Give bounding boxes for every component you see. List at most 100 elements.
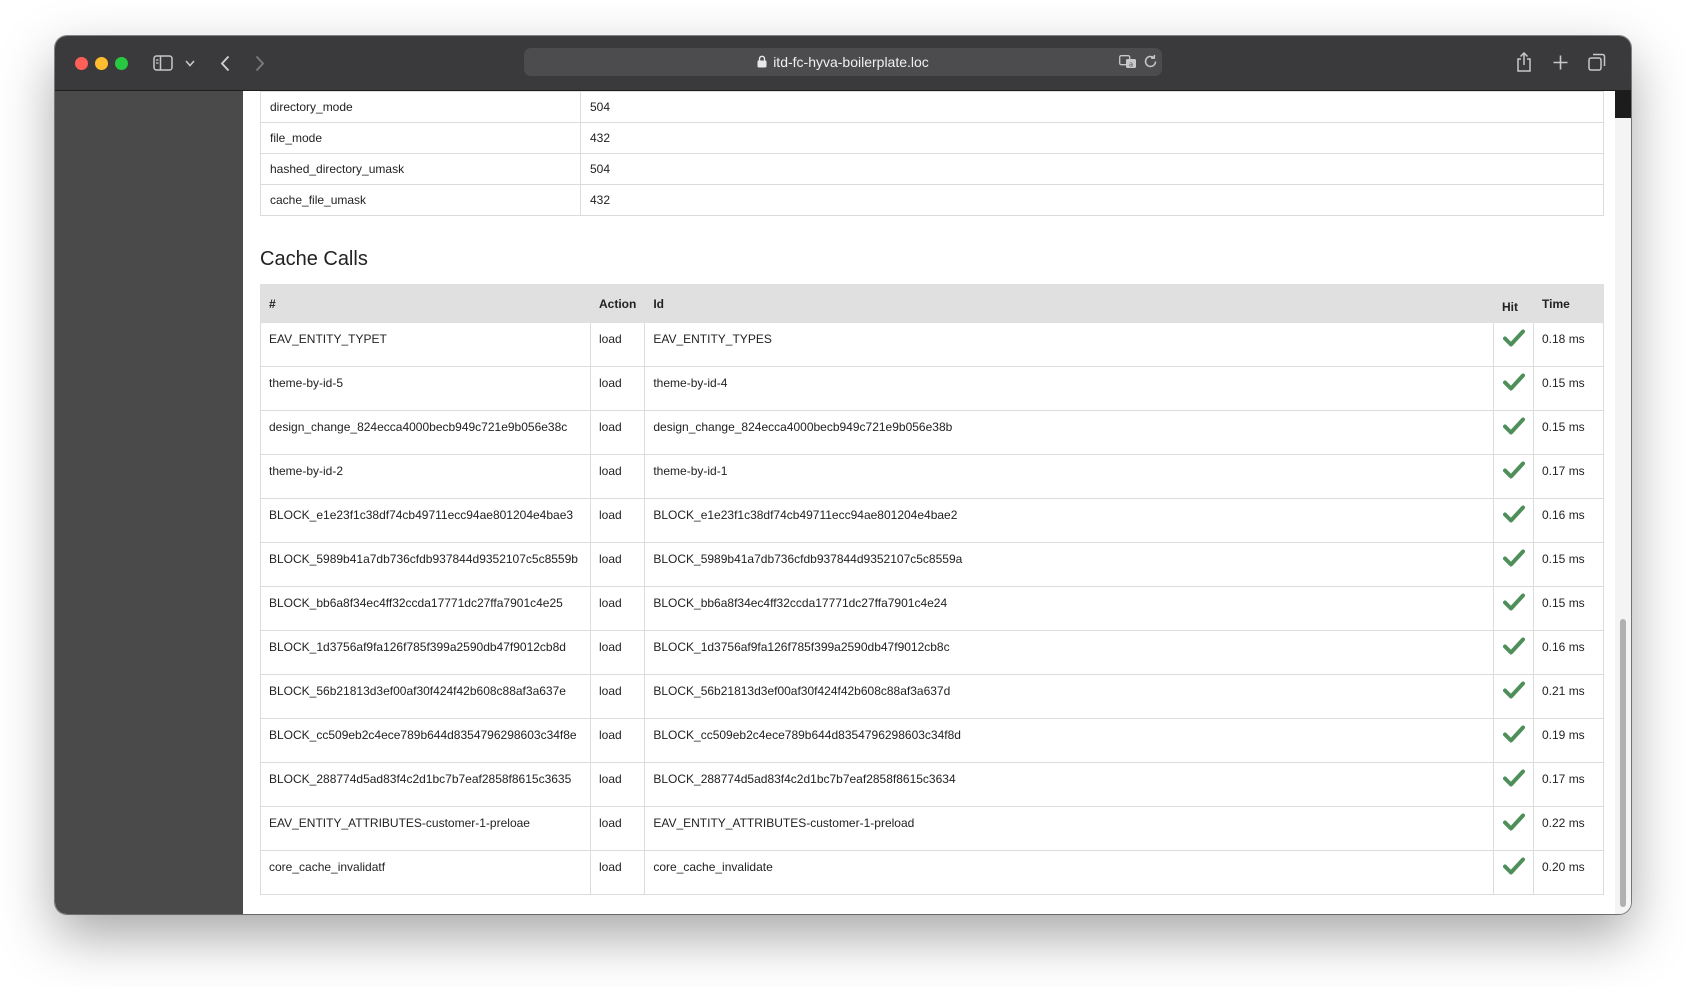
table-row: BLOCK_1d3756af9fa126f785f399a2590db47f90… bbox=[260, 630, 1604, 675]
svg-text:a: a bbox=[1129, 61, 1133, 69]
minimize-window-button[interactable] bbox=[95, 57, 108, 70]
admin-sidebar bbox=[55, 91, 243, 914]
cell-num: BLOCK_56b21813d3ef00af30f424f42b608c88af… bbox=[260, 674, 591, 719]
vertical-scrollbar[interactable] bbox=[1615, 91, 1631, 914]
close-window-button[interactable] bbox=[75, 57, 88, 70]
cell-id: BLOCK_bb6a8f34ec4ff32ccda17771dc27ffa790… bbox=[644, 586, 1494, 631]
share-icon[interactable] bbox=[1516, 52, 1532, 72]
cell-time: 0.17 ms bbox=[1533, 762, 1604, 807]
cache-calls-table: # Action Id Hit Time EAV_ENTITY_TYPET loa… bbox=[260, 284, 1604, 895]
column-header-id: Id bbox=[644, 284, 1494, 323]
cell-id: theme-by-id-4 bbox=[644, 366, 1494, 411]
cell-id: theme-by-id-1 bbox=[644, 454, 1494, 499]
table-row: theme-by-id-5 load theme-by-id-4 0.15 ms bbox=[260, 366, 1604, 411]
table-row: BLOCK_e1e23f1c38df74cb49711ecc94ae801204… bbox=[260, 498, 1604, 543]
cache-calls-title: Cache Calls bbox=[260, 248, 368, 270]
url-text: itd-fc-hyva-boilerplate.loc bbox=[773, 54, 929, 70]
cell-id: BLOCK_cc509eb2c4ece789b644d8354796298603… bbox=[644, 718, 1494, 763]
cell-time: 0.16 ms bbox=[1533, 498, 1604, 543]
scrollbar-thumb[interactable] bbox=[1620, 619, 1626, 907]
cell-num: theme-by-id-5 bbox=[260, 366, 591, 411]
config-row: hashed_directory_umask 504 bbox=[260, 153, 1604, 185]
config-value: 432 bbox=[580, 184, 1604, 216]
check-icon bbox=[1502, 329, 1525, 350]
cell-action: load bbox=[589, 498, 646, 543]
cell-time: 0.22 ms bbox=[1533, 806, 1604, 851]
cell-time: 0.18 ms bbox=[1533, 322, 1604, 367]
sidebar-toggle-icon[interactable] bbox=[153, 55, 173, 71]
cell-hit bbox=[1493, 498, 1534, 543]
table-row: core_cache_invalidatf load core_cache_inva… bbox=[260, 850, 1604, 895]
reload-icon[interactable] bbox=[1143, 54, 1158, 69]
table-row: design_change_824ecca4000becb949c721e9b0… bbox=[260, 410, 1604, 455]
check-icon bbox=[1502, 857, 1525, 878]
cell-id: core_cache_invalidate bbox=[644, 850, 1494, 895]
table-row: BLOCK_5989b41a7db736cfdb937844d9352107c5… bbox=[260, 542, 1604, 587]
column-header-time: Time bbox=[1533, 284, 1604, 323]
check-icon bbox=[1502, 505, 1525, 526]
cell-id: design_change_824ecca4000becb949c721e9b0… bbox=[644, 410, 1494, 455]
table-header-row: # Action Id Hit Time bbox=[260, 284, 1604, 323]
cell-hit bbox=[1493, 322, 1534, 367]
cell-time: 0.15 ms bbox=[1533, 586, 1604, 631]
table-row: EAV_ENTITY_ATTRIBUTES-customer-1-preloae… bbox=[260, 806, 1604, 851]
config-value: 504 bbox=[580, 153, 1604, 185]
cell-num: BLOCK_e1e23f1c38df74cb49711ecc94ae801204… bbox=[260, 498, 591, 543]
cell-hit bbox=[1493, 806, 1534, 851]
cell-num: theme-by-id-2 bbox=[260, 454, 591, 499]
cache-config-table: directory_mode 504 file_mode 432 hashed_dire… bbox=[260, 91, 1604, 216]
translate-icon[interactable]: a bbox=[1119, 55, 1137, 69]
cell-action: load bbox=[589, 718, 646, 763]
back-arrow-icon[interactable] bbox=[220, 55, 230, 72]
cell-action: load bbox=[589, 806, 646, 851]
cell-id: BLOCK_5989b41a7db736cfdb937844d9352107c5… bbox=[644, 542, 1494, 587]
cell-id: EAV_ENTITY_TYPES bbox=[644, 322, 1494, 367]
cell-hit bbox=[1493, 762, 1534, 807]
cell-action: load bbox=[589, 366, 646, 411]
table-row: EAV_ENTITY_TYPET load EAV_ENTITY_TYPES 0.18… bbox=[260, 322, 1604, 367]
cell-action: load bbox=[589, 410, 646, 455]
zoom-window-button[interactable] bbox=[115, 57, 128, 70]
check-icon bbox=[1502, 549, 1525, 570]
cell-hit bbox=[1493, 850, 1534, 895]
config-row: file_mode 432 bbox=[260, 122, 1604, 154]
check-icon bbox=[1502, 637, 1525, 658]
cell-action: load bbox=[589, 454, 646, 499]
cell-time: 0.15 ms bbox=[1533, 410, 1604, 455]
cell-num: design_change_824ecca4000becb949c721e9b0… bbox=[260, 410, 591, 455]
cell-action: load bbox=[589, 542, 646, 587]
config-value: 432 bbox=[580, 122, 1604, 154]
cell-id: BLOCK_56b21813d3ef00af30f424f42b608c88af… bbox=[644, 674, 1494, 719]
address-bar[interactable]: itd-fc-hyva-boilerplate.loc a bbox=[524, 48, 1162, 76]
cell-num: BLOCK_1d3756af9fa126f785f399a2590db47f90… bbox=[260, 630, 591, 675]
cell-hit bbox=[1493, 718, 1534, 763]
cell-time: 0.21 ms bbox=[1533, 674, 1604, 719]
table-row: BLOCK_288774d5ad83f4c2d1bc7b7eaf2858f861… bbox=[260, 762, 1604, 807]
cell-time: 0.16 ms bbox=[1533, 630, 1604, 675]
profiler-content: directory_mode 504 file_mode 432 hashed_dire… bbox=[260, 91, 1604, 895]
check-icon bbox=[1502, 417, 1525, 438]
chevron-down-icon[interactable] bbox=[185, 60, 195, 67]
config-key: hashed_directory_umask bbox=[260, 153, 581, 185]
cell-hit bbox=[1493, 366, 1534, 411]
config-value: 504 bbox=[580, 91, 1604, 123]
check-icon bbox=[1502, 769, 1525, 790]
cell-hit bbox=[1493, 630, 1534, 675]
cell-action: load bbox=[589, 762, 646, 807]
config-key: cache_file_umask bbox=[260, 184, 581, 216]
cell-action: load bbox=[589, 630, 646, 675]
cell-time: 0.19 ms bbox=[1533, 718, 1604, 763]
config-row: directory_mode 504 bbox=[260, 91, 1604, 123]
cell-action: load bbox=[589, 586, 646, 631]
cell-id: EAV_ENTITY_ATTRIBUTES-customer-1-preload bbox=[644, 806, 1494, 851]
browser-window: itd-fc-hyva-boilerplate.loc a directory_… bbox=[55, 36, 1631, 914]
tab-overview-icon[interactable] bbox=[1588, 53, 1606, 71]
table-row: theme-by-id-2 load theme-by-id-1 0.17 ms bbox=[260, 454, 1604, 499]
cell-num: BLOCK_288774d5ad83f4c2d1bc7b7eaf2858f861… bbox=[260, 762, 591, 807]
new-tab-icon[interactable] bbox=[1553, 55, 1568, 70]
cell-action: load bbox=[589, 674, 646, 719]
cell-num: BLOCK_5989b41a7db736cfdb937844d9352107c5… bbox=[260, 542, 591, 587]
forward-arrow-icon[interactable] bbox=[255, 55, 265, 72]
table-row: BLOCK_56b21813d3ef00af30f424f42b608c88af… bbox=[260, 674, 1604, 719]
column-header-hit: Hit bbox=[1493, 284, 1534, 323]
